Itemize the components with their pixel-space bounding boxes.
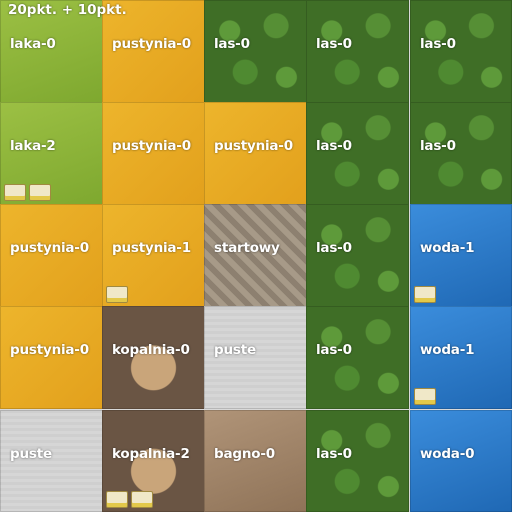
tile-las: las-0 <box>204 0 307 103</box>
tile-pustynia: pustynia-1 <box>102 204 205 307</box>
tile-label: las-0 <box>316 342 352 358</box>
tile-label: las-0 <box>316 36 352 52</box>
tile-label: woda-1 <box>420 240 475 256</box>
tile-label: laka-2 <box>10 138 56 154</box>
crowns <box>106 491 153 508</box>
tile-kopalnia: kopalnia-2 <box>102 410 205 512</box>
tile-las: las-0 <box>306 0 409 103</box>
tile-laka: laka-2 <box>0 102 103 205</box>
tile-woda: woda-1 <box>410 306 512 409</box>
game-board: laka-0 pustynia-0 las-0 las-0 las-0 laka-2 pus… <box>0 0 512 512</box>
crowns <box>414 388 436 405</box>
tile-label: woda-1 <box>420 342 475 358</box>
tile-pustynia: pustynia-0 <box>0 306 103 409</box>
tile-label: pustynia-0 <box>112 36 191 52</box>
tile-label: pustynia-0 <box>10 240 89 256</box>
tile-puste: puste <box>204 306 307 409</box>
tile-pustynia: pustynia-0 <box>102 102 205 205</box>
tile-las: las-0 <box>306 410 409 512</box>
tile-woda: woda-0 <box>410 410 512 512</box>
tile-kopalnia: kopalnia-0 <box>102 306 205 409</box>
crown-icon <box>131 491 153 508</box>
tile-label: laka-0 <box>10 36 56 52</box>
tile-label: las-0 <box>214 36 250 52</box>
tile-las: las-0 <box>410 102 512 205</box>
crown-icon <box>414 286 436 303</box>
tile-label: puste <box>10 446 52 462</box>
tile-pustynia: pustynia-0 <box>0 204 103 307</box>
tile-label: startowy <box>214 240 280 256</box>
tile-label: pustynia-0 <box>10 342 89 358</box>
tile-label: pustynia-1 <box>112 240 191 256</box>
tile-las: las-0 <box>306 204 409 307</box>
crown-icon <box>106 491 128 508</box>
tile-label: las-0 <box>420 36 456 52</box>
tile-las: las-0 <box>410 0 512 103</box>
tile-label: las-0 <box>420 138 456 154</box>
tile-label: las-0 <box>316 446 352 462</box>
tile-label: kopalnia-2 <box>112 446 190 462</box>
tile-bagno: bagno-0 <box>204 410 307 512</box>
tile-las: las-0 <box>306 306 409 409</box>
tile-label: woda-0 <box>420 446 475 462</box>
tile-label: puste <box>214 342 256 358</box>
tile-puste: puste <box>0 410 103 512</box>
tile-label: pustynia-0 <box>112 138 191 154</box>
tile-woda: woda-1 <box>410 204 512 307</box>
score-label: 20pkt. + 10pkt. <box>8 2 127 18</box>
crown-icon <box>414 388 436 405</box>
crowns <box>106 286 128 303</box>
tile-label: las-0 <box>316 240 352 256</box>
tile-label: pustynia-0 <box>214 138 293 154</box>
crown-icon <box>29 184 51 201</box>
tile-las: las-0 <box>306 102 409 205</box>
tile-startowy: startowy <box>204 204 307 307</box>
crown-icon <box>4 184 26 201</box>
tile-pustynia: pustynia-0 <box>204 102 307 205</box>
tile-label: bagno-0 <box>214 446 275 462</box>
crowns <box>4 184 51 201</box>
tile-label: kopalnia-0 <box>112 342 190 358</box>
crowns <box>414 286 436 303</box>
tile-label: las-0 <box>316 138 352 154</box>
crown-icon <box>106 286 128 303</box>
